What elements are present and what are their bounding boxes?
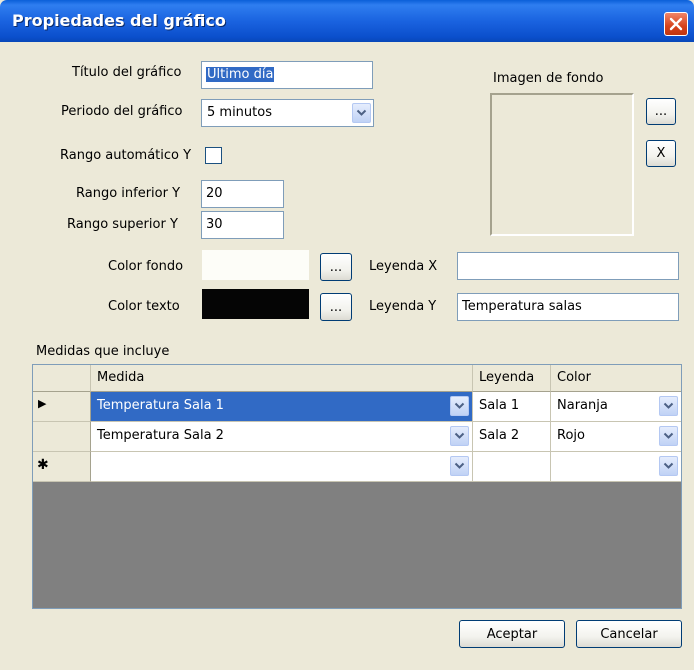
chevron-down-icon bbox=[454, 432, 465, 439]
leyenda-x-input[interactable] bbox=[457, 252, 679, 280]
leyenda-y-label: Leyenda Y bbox=[369, 299, 437, 314]
cancel-button-label: Cancelar bbox=[600, 626, 658, 642]
column-header-color-label: Color bbox=[557, 370, 591, 385]
cell-leyenda[interactable]: Sala 1 bbox=[473, 392, 551, 422]
accept-button-label: Aceptar bbox=[486, 626, 538, 642]
leyenda-x-label: Leyenda X bbox=[369, 259, 438, 274]
chevron-down-icon bbox=[663, 402, 674, 409]
cell-color-dropdown-button[interactable] bbox=[659, 396, 678, 416]
cell-medida-dropdown-button[interactable] bbox=[450, 396, 469, 416]
new-row-asterisk-icon: ✱ bbox=[37, 457, 49, 473]
titulo-label: Título del gráfico bbox=[72, 65, 182, 80]
color-fondo-swatch bbox=[202, 250, 309, 280]
periodo-combobox[interactable]: 5 minutos bbox=[201, 99, 374, 127]
periodo-label: Periodo del gráfico bbox=[61, 104, 183, 119]
leyenda-y-value: Temperatura salas bbox=[462, 299, 582, 314]
column-header-leyenda-label: Leyenda bbox=[479, 370, 535, 385]
row-header[interactable]: ▶ bbox=[33, 392, 91, 422]
cell-leyenda-value: Sala 2 bbox=[479, 428, 520, 443]
grid-corner-header bbox=[33, 365, 91, 392]
cell-leyenda-value: Sala 1 bbox=[479, 398, 520, 413]
image-browse-button[interactable]: ... bbox=[646, 98, 676, 125]
column-header-leyenda[interactable]: Leyenda bbox=[473, 365, 551, 392]
color-texto-browse-button[interactable]: ... bbox=[320, 293, 352, 321]
cell-medida-dropdown-button[interactable] bbox=[450, 426, 469, 446]
rango-superior-label: Rango superior Y bbox=[67, 217, 178, 232]
column-header-color[interactable]: Color bbox=[551, 365, 681, 392]
column-header-medida-label: Medida bbox=[97, 370, 145, 385]
cell-color-value: Naranja bbox=[557, 398, 608, 413]
color-texto-swatch bbox=[202, 289, 309, 319]
row-header[interactable]: ✱ bbox=[33, 452, 91, 482]
rango-auto-label: Rango automático Y bbox=[60, 148, 192, 163]
color-texto-browse-label: ... bbox=[329, 299, 343, 315]
rango-inferior-input[interactable]: 20 bbox=[201, 180, 284, 208]
rango-superior-value: 30 bbox=[206, 217, 223, 232]
medidas-label: Medidas que incluye bbox=[36, 344, 170, 359]
color-fondo-label: Color fondo bbox=[108, 259, 184, 274]
cell-medida-value: Temperatura Sala 1 bbox=[97, 398, 224, 413]
cell-leyenda[interactable] bbox=[473, 452, 551, 482]
chevron-down-icon bbox=[663, 462, 674, 469]
image-clear-button[interactable]: X bbox=[646, 140, 676, 167]
rango-superior-input[interactable]: 30 bbox=[201, 211, 284, 239]
row-header[interactable] bbox=[33, 422, 91, 452]
periodo-dropdown-button[interactable] bbox=[352, 103, 371, 123]
cell-medida[interactable] bbox=[91, 452, 473, 482]
current-row-marker-icon: ▶ bbox=[38, 397, 47, 410]
close-icon bbox=[669, 17, 683, 31]
cell-color-dropdown-button[interactable] bbox=[659, 426, 678, 446]
cell-medida-dropdown-button[interactable] bbox=[450, 456, 469, 476]
cell-color-value: Rojo bbox=[557, 428, 585, 443]
cell-medida[interactable]: Temperatura Sala 1 bbox=[91, 392, 473, 422]
color-texto-label: Color texto bbox=[108, 299, 180, 314]
title-bar[interactable]: Propiedades del gráfico bbox=[0, 0, 694, 42]
chevron-down-icon bbox=[663, 432, 674, 439]
cell-color-dropdown-button[interactable] bbox=[659, 456, 678, 476]
imagen-label: Imagen de fondo bbox=[493, 71, 604, 86]
cell-color[interactable]: Naranja bbox=[551, 392, 681, 422]
close-button[interactable] bbox=[664, 12, 688, 36]
titulo-input-value: Último día bbox=[206, 67, 275, 82]
chevron-down-icon bbox=[356, 109, 367, 116]
color-fondo-browse-button[interactable]: ... bbox=[320, 253, 352, 281]
periodo-value: 5 minutos bbox=[207, 105, 272, 120]
image-browse-label: ... bbox=[654, 104, 668, 119]
cell-medida[interactable]: Temperatura Sala 2 bbox=[91, 422, 473, 452]
color-fondo-browse-label: ... bbox=[329, 259, 343, 275]
cell-medida-value: Temperatura Sala 2 bbox=[97, 428, 224, 443]
rango-inferior-value: 20 bbox=[206, 186, 223, 201]
background-image-preview bbox=[490, 93, 634, 236]
chevron-down-icon bbox=[454, 462, 465, 469]
column-header-medida[interactable]: Medida bbox=[91, 365, 473, 392]
cell-leyenda[interactable]: Sala 2 bbox=[473, 422, 551, 452]
chevron-down-icon bbox=[454, 402, 465, 409]
window-title: Propiedades del gráfico bbox=[12, 11, 226, 30]
cell-color[interactable]: Rojo bbox=[551, 422, 681, 452]
rango-auto-checkbox[interactable] bbox=[205, 147, 222, 164]
rango-inferior-label: Rango inferior Y bbox=[76, 186, 181, 201]
image-clear-label: X bbox=[656, 146, 666, 161]
cancel-button[interactable]: Cancelar bbox=[576, 620, 682, 648]
cell-color[interactable] bbox=[551, 452, 681, 482]
leyenda-y-input[interactable]: Temperatura salas bbox=[457, 293, 679, 321]
properties-dialog: Propiedades del gráfico Título del gráfi… bbox=[0, 0, 694, 670]
accept-button[interactable]: Aceptar bbox=[459, 620, 565, 648]
medidas-grid[interactable]: Medida Leyenda Color ▶ Temperatura Sala … bbox=[32, 364, 682, 609]
titulo-input[interactable]: Último día bbox=[201, 61, 373, 89]
